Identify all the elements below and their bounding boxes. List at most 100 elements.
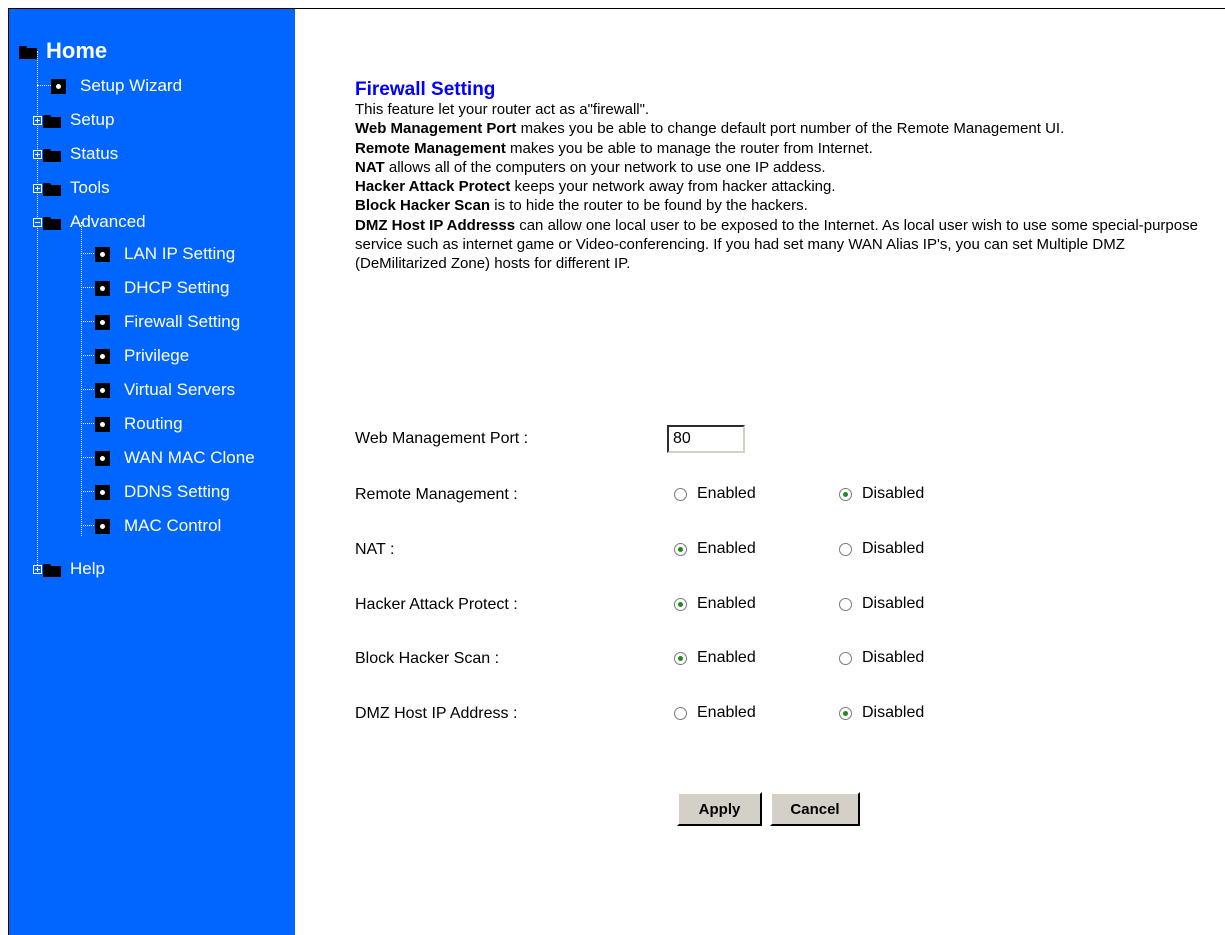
description-term: Block Hacker Scan — [355, 197, 491, 215]
description-item: NAT allows all of the computers on your … — [355, 158, 1205, 177]
radio-label: Enabled — [697, 595, 756, 612]
radio-icon — [674, 706, 687, 720]
tree-connector — [81, 355, 94, 356]
tree-connector — [81, 222, 82, 536]
sidebar-item-home[interactable]: Home — [19, 38, 108, 63]
sidebar-item-advanced[interactable]: Advanced — [33, 210, 146, 234]
description-text: is to hide the router to be found by the… — [490, 197, 808, 215]
sidebar-item-wan-mac-clone[interactable]: WAN MAC Clone — [95, 446, 255, 470]
folder-icon — [43, 563, 62, 577]
page-icon — [51, 78, 66, 94]
radio-label: Disabled — [862, 595, 925, 612]
dmz-host-ip-label: DMZ Host IP Address : — [355, 705, 518, 722]
radio-selected-icon — [674, 651, 687, 665]
sidebar-item-firewall-setting[interactable]: Firewall Setting — [95, 310, 240, 334]
nat-enabled-radio[interactable]: Enabled — [674, 540, 756, 558]
description-term: DMZ Host IP Addresss — [355, 216, 516, 234]
description-item: Hacker Attack Protect keeps your network… — [355, 177, 1205, 196]
radio-label: Enabled — [697, 649, 756, 666]
radio-label: Disabled — [862, 540, 925, 557]
tree-connector — [81, 491, 94, 492]
feature-description: This feature let your router act as a"fi… — [355, 100, 1205, 274]
sidebar-item-label: Setup — [70, 110, 115, 129]
open-folder-icon — [19, 45, 38, 59]
radio-icon — [839, 542, 852, 556]
folder-icon — [43, 148, 62, 162]
description-item: Block Hacker Scan is to hide the router … — [355, 196, 1205, 215]
form-buttons: Apply Cancel — [355, 792, 1205, 828]
collapse-icon[interactable] — [33, 217, 42, 227]
dmz-host-ip-enabled-radio[interactable]: Enabled — [674, 704, 756, 722]
radio-label: Disabled — [862, 704, 925, 721]
hacker-attack-protect-enabled-radio[interactable]: Enabled — [674, 595, 756, 613]
sidebar-nav: Home Setup Wizard Setup Status Tools Adv… — [9, 9, 295, 935]
block-hacker-scan-enabled-radio[interactable]: Enabled — [674, 649, 756, 667]
sidebar-item-setup-wizard[interactable]: Setup Wizard — [51, 74, 182, 98]
sidebar-item-setup[interactable]: Setup — [33, 108, 114, 132]
description-text: makes you be able to manage the router f… — [505, 139, 873, 157]
web-management-port-input[interactable] — [667, 425, 745, 453]
sidebar-item-ddns-setting[interactable]: DDNS Setting — [95, 480, 230, 504]
sidebar-item-label: Tools — [70, 178, 110, 197]
remote-management-disabled-radio[interactable]: Disabled — [839, 485, 924, 503]
sidebar-item-virtual-servers[interactable]: Virtual Servers — [95, 378, 235, 402]
expand-icon[interactable] — [33, 149, 42, 159]
sidebar-item-label: Advanced — [70, 212, 146, 231]
sidebar-item-label: Status — [70, 144, 119, 163]
cancel-button[interactable]: Cancel — [770, 792, 860, 826]
sidebar-item-label: WAN MAC Clone — [124, 448, 255, 467]
sidebar-item-mac-control[interactable]: MAC Control — [95, 514, 221, 538]
description-text: keeps your network away from hacker atta… — [510, 178, 836, 196]
tree-connector — [81, 321, 94, 322]
radio-label: Enabled — [697, 540, 756, 557]
radio-selected-icon — [839, 487, 852, 501]
sidebar-item-label: MAC Control — [124, 516, 222, 535]
intro-text: This feature let your router act as a"fi… — [355, 101, 650, 118]
block-hacker-scan-label: Block Hacker Scan : — [355, 650, 500, 667]
description-item: DMZ Host IP Addresss can allow one local… — [355, 216, 1205, 274]
sidebar-item-privilege[interactable]: Privilege — [95, 344, 189, 368]
dmz-host-ip-disabled-radio[interactable]: Disabled — [839, 704, 924, 722]
tree-connector — [37, 85, 51, 86]
description-item: Web Management Port makes you be able to… — [355, 119, 1205, 138]
sidebar-item-status[interactable]: Status — [33, 142, 118, 166]
radio-label: Enabled — [697, 485, 756, 502]
block-hacker-scan-row: Block Hacker Scan : Enabled Disabled — [355, 645, 1205, 675]
expand-icon[interactable] — [33, 183, 42, 193]
radio-icon — [674, 487, 687, 501]
folder-icon — [43, 182, 62, 196]
radio-label: Disabled — [862, 649, 925, 666]
expand-icon[interactable] — [33, 564, 42, 574]
sidebar-item-label: Home — [46, 38, 108, 63]
router-admin-page: Home Setup Wizard Setup Status Tools Adv… — [8, 8, 1225, 935]
page-icon — [95, 280, 110, 296]
description-item: Remote Management makes you be able to m… — [355, 139, 1205, 158]
tree-connector — [81, 423, 94, 424]
description-term: Hacker Attack Protect — [355, 178, 511, 196]
apply-button[interactable]: Apply — [677, 792, 762, 826]
sidebar-item-tools[interactable]: Tools — [33, 176, 110, 200]
sidebar-item-routing[interactable]: Routing — [95, 412, 183, 436]
sidebar-item-label: DHCP Setting — [124, 278, 230, 297]
sidebar-item-help[interactable]: Help — [33, 557, 105, 581]
radio-label: Enabled — [697, 704, 756, 721]
remote-management-enabled-radio[interactable]: Enabled — [674, 485, 756, 503]
page-icon — [95, 450, 110, 466]
sidebar-item-dhcp-setting[interactable]: DHCP Setting — [95, 276, 230, 300]
sidebar-item-label: LAN IP Setting — [124, 244, 236, 263]
tree-connector — [81, 253, 94, 254]
description-term: Web Management Port — [355, 120, 517, 138]
expand-icon[interactable] — [33, 115, 42, 125]
hacker-attack-protect-disabled-radio[interactable]: Disabled — [839, 595, 924, 613]
nav-tree: Home Setup Wizard Setup Status Tools Adv… — [9, 9, 295, 609]
block-hacker-scan-disabled-radio[interactable]: Disabled — [839, 649, 924, 667]
radio-icon — [839, 651, 852, 665]
radio-selected-icon — [839, 706, 852, 720]
tree-connector — [81, 389, 94, 390]
sidebar-item-label: Help — [70, 559, 105, 578]
nat-disabled-radio[interactable]: Disabled — [839, 540, 924, 558]
folder-icon — [43, 114, 62, 128]
page-icon — [95, 314, 110, 330]
sidebar-item-lan-ip-setting[interactable]: LAN IP Setting — [95, 242, 235, 266]
hacker-attack-protect-label: Hacker Attack Protect : — [355, 596, 518, 613]
